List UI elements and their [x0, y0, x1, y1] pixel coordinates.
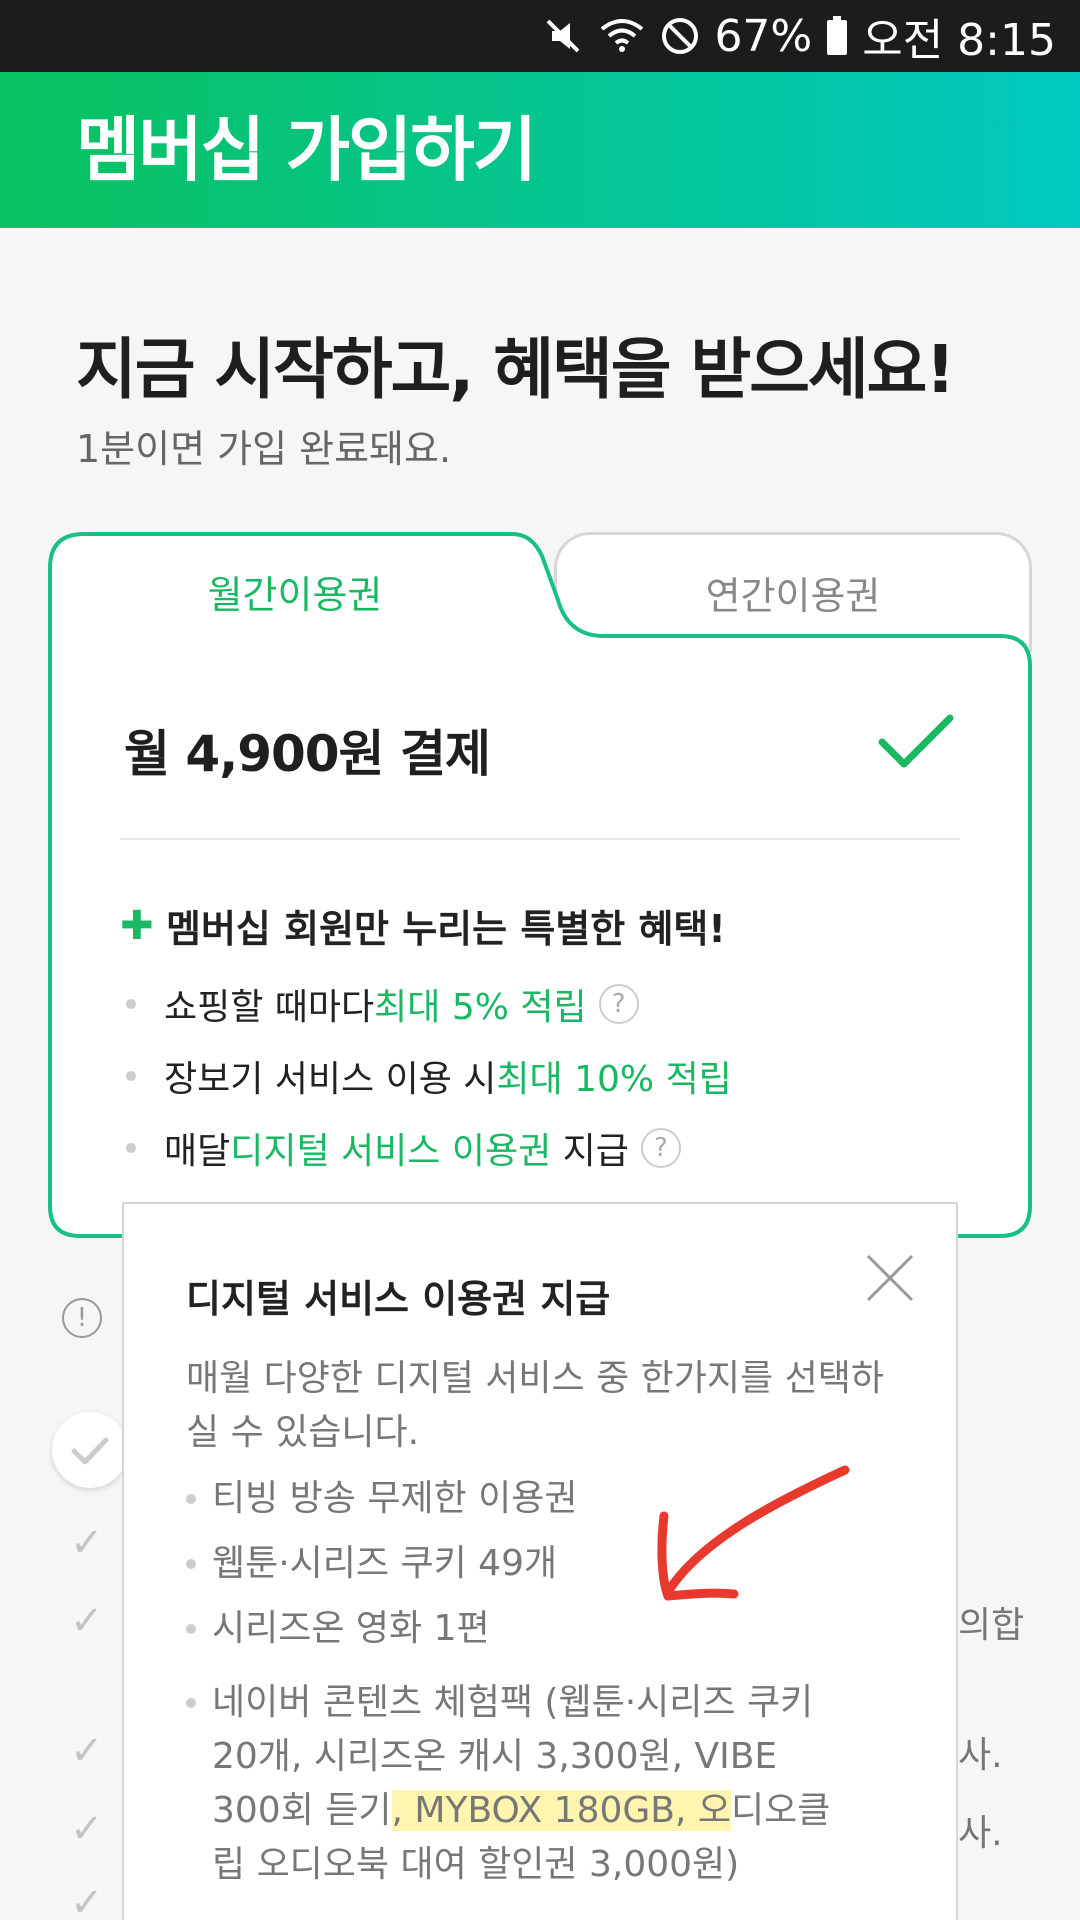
- list-item: 시리즈온 영화 1편: [186, 1602, 852, 1656]
- help-icon[interactable]: ?: [640, 1128, 681, 1168]
- plus-icon: ✚: [120, 902, 154, 949]
- check-icon[interactable]: ✓: [70, 1728, 104, 1774]
- bullet-dot: [126, 999, 136, 1009]
- benefit-text: 매달: [164, 1131, 231, 1172]
- benefit-item: 매달 디지털 서비스 이용권 지급 ?: [126, 1122, 681, 1174]
- info-icon: !: [62, 1298, 102, 1338]
- check-icon[interactable]: ✓: [70, 1598, 104, 1644]
- divider: [120, 838, 960, 840]
- benefit-text: 쇼핑할 때마다: [164, 987, 375, 1028]
- close-icon[interactable]: [860, 1248, 920, 1308]
- plan-price: 월 4,900원 결제: [124, 725, 491, 783]
- bullet-dot: [186, 1698, 196, 1708]
- popup-title: 디지털 서비스 이용권 지급: [186, 1277, 611, 1321]
- check-icon[interactable]: ✓: [70, 1806, 104, 1852]
- check-icon[interactable]: ✓: [70, 1520, 104, 1566]
- list-item: 웹툰·시리즈 쿠키 49개: [186, 1537, 852, 1591]
- tab-monthly[interactable]: 월간이용권: [50, 564, 540, 619]
- benefit-title: ✚ 멤버십 회원만 누리는 특별한 혜택!: [120, 898, 726, 953]
- list-item-text: 웹툰·시리즈 쿠키 49개: [212, 1543, 558, 1584]
- popup-description: 매월 다양한 디지털 서비스 중 한가지를 선택하실 수 있습니다.: [186, 1358, 884, 1453]
- help-icon[interactable]: ?: [598, 984, 639, 1024]
- benefit-item: 장보기 서비스 이용 시 최대 10% 적립: [126, 1050, 732, 1102]
- partial-text: 사.: [958, 1735, 1003, 1776]
- benefit-text: 장보기 서비스 이용 시: [164, 1059, 497, 1100]
- benefit-text-suffix: 지급: [551, 1131, 629, 1172]
- agree-all-checkbox[interactable]: [52, 1412, 128, 1488]
- benefit-highlight: 최대 10% 적립: [496, 1059, 732, 1100]
- list-item-text: 티빙 방송 무제한 이용권: [212, 1478, 578, 1519]
- partial-text: 사.: [958, 1813, 1003, 1854]
- partial-text: 의합: [958, 1605, 1025, 1646]
- info-popup: 디지털 서비스 이용권 지급 매월 다양한 디지털 서비스 중 한가지를 선택하…: [122, 1202, 958, 1920]
- check-icon: [71, 1437, 109, 1465]
- list-item: 네이버 콘텐츠 체험팩 (웹툰·시리즈 쿠키 20개, 시리즈온 캐시 3,30…: [186, 1676, 852, 1892]
- bullet-dot: [126, 1143, 136, 1153]
- benefit-highlight: 최대 5% 적립: [374, 987, 587, 1028]
- highlighted-text: , MYBOX 180GB, 오: [391, 1790, 731, 1831]
- selected-check-icon: [878, 714, 954, 768]
- check-icon[interactable]: ✓: [70, 1880, 104, 1920]
- list-item-text: 시리즈온 영화 1편: [212, 1608, 490, 1649]
- list-item: 티빙 방송 무제한 이용권: [186, 1472, 852, 1526]
- bullet-dot: [186, 1494, 196, 1504]
- benefit-title-text: 멤버십 회원만 누리는 특별한 혜택!: [166, 907, 726, 951]
- benefit-highlight: 디지털 서비스 이용권: [230, 1131, 552, 1172]
- bullet-dot: [186, 1624, 196, 1634]
- bullet-dot: [186, 1559, 196, 1569]
- list-item-text: 네이버 콘텐츠 체험팩 (웹툰·시리즈 쿠키 20개, 시리즈온 캐시 3,30…: [212, 1676, 852, 1892]
- bullet-dot: [126, 1071, 136, 1081]
- benefit-item: 쇼핑할 때마다 최대 5% 적립 ?: [126, 978, 639, 1030]
